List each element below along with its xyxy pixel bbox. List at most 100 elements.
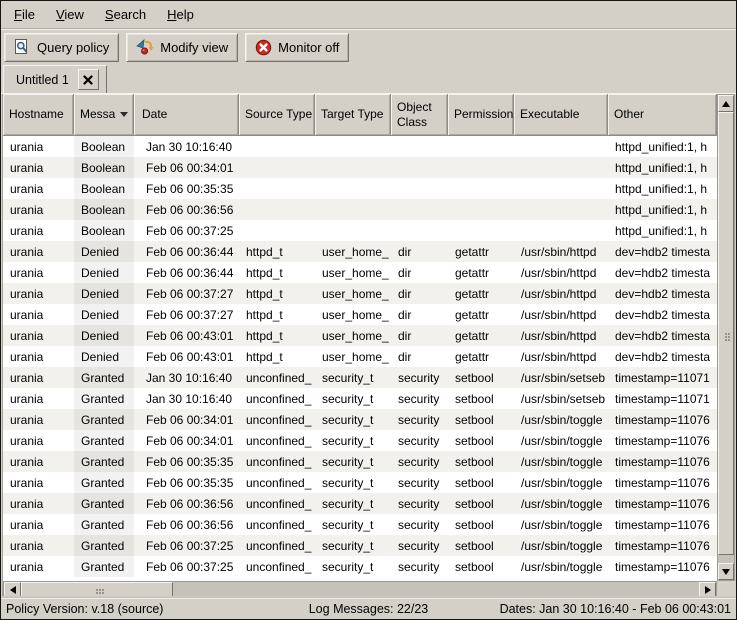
cell-other: timestamp=11076 (608, 472, 717, 493)
table-row[interactable]: uraniaDeniedFeb 06 00:43:01httpd_tuser_h… (3, 346, 717, 367)
cell-target-type: security_t (315, 367, 391, 388)
cell-message: Granted (74, 451, 134, 472)
cell-source-type: httpd_t (239, 241, 315, 262)
table-row[interactable]: uraniaGrantedFeb 06 00:36:56unconfined_s… (3, 514, 717, 535)
cell-target-type: user_home_ (315, 241, 391, 262)
table-row[interactable]: uraniaGrantedFeb 06 00:34:01unconfined_s… (3, 430, 717, 451)
cell-permission: getattr (448, 304, 514, 325)
cell-executable: /usr/sbin/toggle (514, 535, 608, 556)
cell-date: Feb 06 00:35:35 (134, 472, 239, 493)
cell-target-type: user_home_ (315, 346, 391, 367)
menu-item-help[interactable]: Help (167, 7, 194, 22)
monitor-off-button[interactable]: Monitor off (245, 33, 349, 62)
header-source-type[interactable]: Source Type (239, 94, 315, 136)
header-message[interactable]: Messa (74, 94, 134, 136)
table-row[interactable]: uraniaBooleanFeb 06 00:37:25httpd_unifie… (3, 220, 717, 241)
table-row[interactable]: uraniaGrantedFeb 06 00:35:35unconfined_s… (3, 472, 717, 493)
modify-view-icon (136, 38, 154, 56)
cell-object-class: security (391, 430, 448, 451)
cell-executable: /usr/sbin/setseb (514, 367, 608, 388)
menu-item-file[interactable]: File (14, 7, 35, 22)
cell-executable: /usr/sbin/httpd (514, 283, 608, 304)
toolbar: Query policy Modify view Mo (1, 29, 736, 65)
scroll-down-button[interactable] (718, 563, 734, 580)
cell-object-class: security (391, 514, 448, 535)
menu-item-view[interactable]: View (56, 7, 84, 22)
cell-object-class (391, 220, 448, 241)
vertical-scrollbar[interactable] (717, 94, 735, 581)
cell-target-type (315, 178, 391, 199)
table-row[interactable]: uraniaGrantedJan 30 10:16:40unconfined_s… (3, 367, 717, 388)
cell-object-class: security (391, 367, 448, 388)
cell-other: timestamp=11076 (608, 493, 717, 514)
table-row[interactable]: uraniaGrantedFeb 06 00:34:01unconfined_s… (3, 409, 717, 430)
menu-item-search[interactable]: Search (105, 7, 146, 22)
cell-object-class: dir (391, 283, 448, 304)
modify-view-button[interactable]: Modify view (126, 33, 238, 62)
table-row[interactable]: uraniaDeniedFeb 06 00:37:27httpd_tuser_h… (3, 283, 717, 304)
tab-untitled-1[interactable]: Untitled 1 (3, 65, 107, 93)
header-other[interactable]: Other (608, 94, 717, 136)
cell-other: dev=hdb2 timesta (608, 346, 717, 367)
header-permission[interactable]: Permission (448, 94, 514, 136)
cell-message: Granted (74, 367, 134, 388)
header-target-type[interactable]: Target Type (315, 94, 391, 136)
table-row[interactable]: uraniaBooleanFeb 06 00:34:01httpd_unifie… (3, 157, 717, 178)
table-row[interactable]: uraniaDeniedFeb 06 00:37:27httpd_tuser_h… (3, 304, 717, 325)
table-row[interactable]: uraniaGrantedFeb 06 00:35:35unconfined_s… (3, 451, 717, 472)
cell-source-type: unconfined_ (239, 556, 315, 577)
cell-object-class: security (391, 472, 448, 493)
cell-executable: /usr/sbin/httpd (514, 325, 608, 346)
table-row[interactable]: uraniaGrantedFeb 06 00:37:25unconfined_s… (3, 535, 717, 556)
cell-source-type: unconfined_ (239, 493, 315, 514)
cell-message: Denied (74, 346, 134, 367)
cell-hostname: urania (3, 199, 74, 220)
cell-object-class: security (391, 493, 448, 514)
horizontal-scrollbar[interactable] (3, 581, 717, 598)
cell-object-class: security (391, 556, 448, 577)
cell-executable: /usr/sbin/toggle (514, 493, 608, 514)
scroll-right-button[interactable] (699, 582, 716, 597)
cell-executable (514, 136, 608, 157)
scroll-up-button[interactable] (718, 95, 734, 112)
cell-date: Feb 06 00:35:35 (134, 178, 239, 199)
table-row[interactable]: uraniaBooleanJan 30 10:16:40httpd_unifie… (3, 136, 717, 157)
table-row[interactable]: uraniaDeniedFeb 06 00:43:01httpd_tuser_h… (3, 325, 717, 346)
header-object-class[interactable]: Object Class (391, 94, 448, 136)
table-row[interactable]: uraniaGrantedFeb 06 00:36:56unconfined_s… (3, 493, 717, 514)
cell-permission: getattr (448, 346, 514, 367)
cell-permission: setbool (448, 535, 514, 556)
table-row[interactable]: uraniaBooleanFeb 06 00:36:56httpd_unifie… (3, 199, 717, 220)
tab-close-button[interactable] (78, 69, 99, 90)
header-hostname[interactable]: Hostname (3, 94, 74, 136)
header-date[interactable]: Date (134, 94, 239, 136)
table-row[interactable]: uraniaBooleanFeb 06 00:35:35httpd_unifie… (3, 178, 717, 199)
thumb-grip-icon (725, 333, 727, 335)
cell-other: timestamp=11076 (608, 430, 717, 451)
scroll-left-button[interactable] (4, 582, 21, 597)
table-row[interactable]: uraniaDeniedFeb 06 00:36:44httpd_tuser_h… (3, 262, 717, 283)
cell-hostname: urania (3, 367, 74, 388)
header-executable[interactable]: Executable (514, 94, 608, 136)
horizontal-scroll-trough[interactable] (173, 582, 699, 597)
log-table: Hostname Messa Date Source Type Target T… (2, 94, 735, 598)
cell-permission: setbool (448, 367, 514, 388)
left-arrow-icon (10, 586, 16, 594)
query-policy-button[interactable]: Query policy (4, 33, 119, 62)
cell-other: dev=hdb2 timesta (608, 325, 717, 346)
horizontal-scroll-thumb[interactable] (21, 582, 173, 597)
vertical-scroll-trough[interactable] (718, 555, 734, 563)
table-row[interactable]: uraniaGrantedFeb 06 00:37:25unconfined_s… (3, 556, 717, 577)
table-row[interactable]: uraniaDeniedFeb 06 00:36:44httpd_tuser_h… (3, 241, 717, 262)
cell-message: Granted (74, 388, 134, 409)
cell-date: Feb 06 00:43:01 (134, 346, 239, 367)
dates-text: Dates: Jan 30 10:16:40 - Feb 06 00:43:01 (428, 602, 731, 616)
cell-date: Feb 06 00:34:01 (134, 430, 239, 451)
cell-date: Feb 06 00:36:56 (134, 199, 239, 220)
table-row[interactable]: uraniaGrantedJan 30 10:16:40unconfined_s… (3, 388, 717, 409)
cell-message: Denied (74, 241, 134, 262)
vertical-scroll-thumb[interactable] (718, 112, 734, 555)
cell-hostname: urania (3, 283, 74, 304)
tab-bar: Untitled 1 (1, 65, 736, 94)
cell-date: Jan 30 10:16:40 (134, 367, 239, 388)
